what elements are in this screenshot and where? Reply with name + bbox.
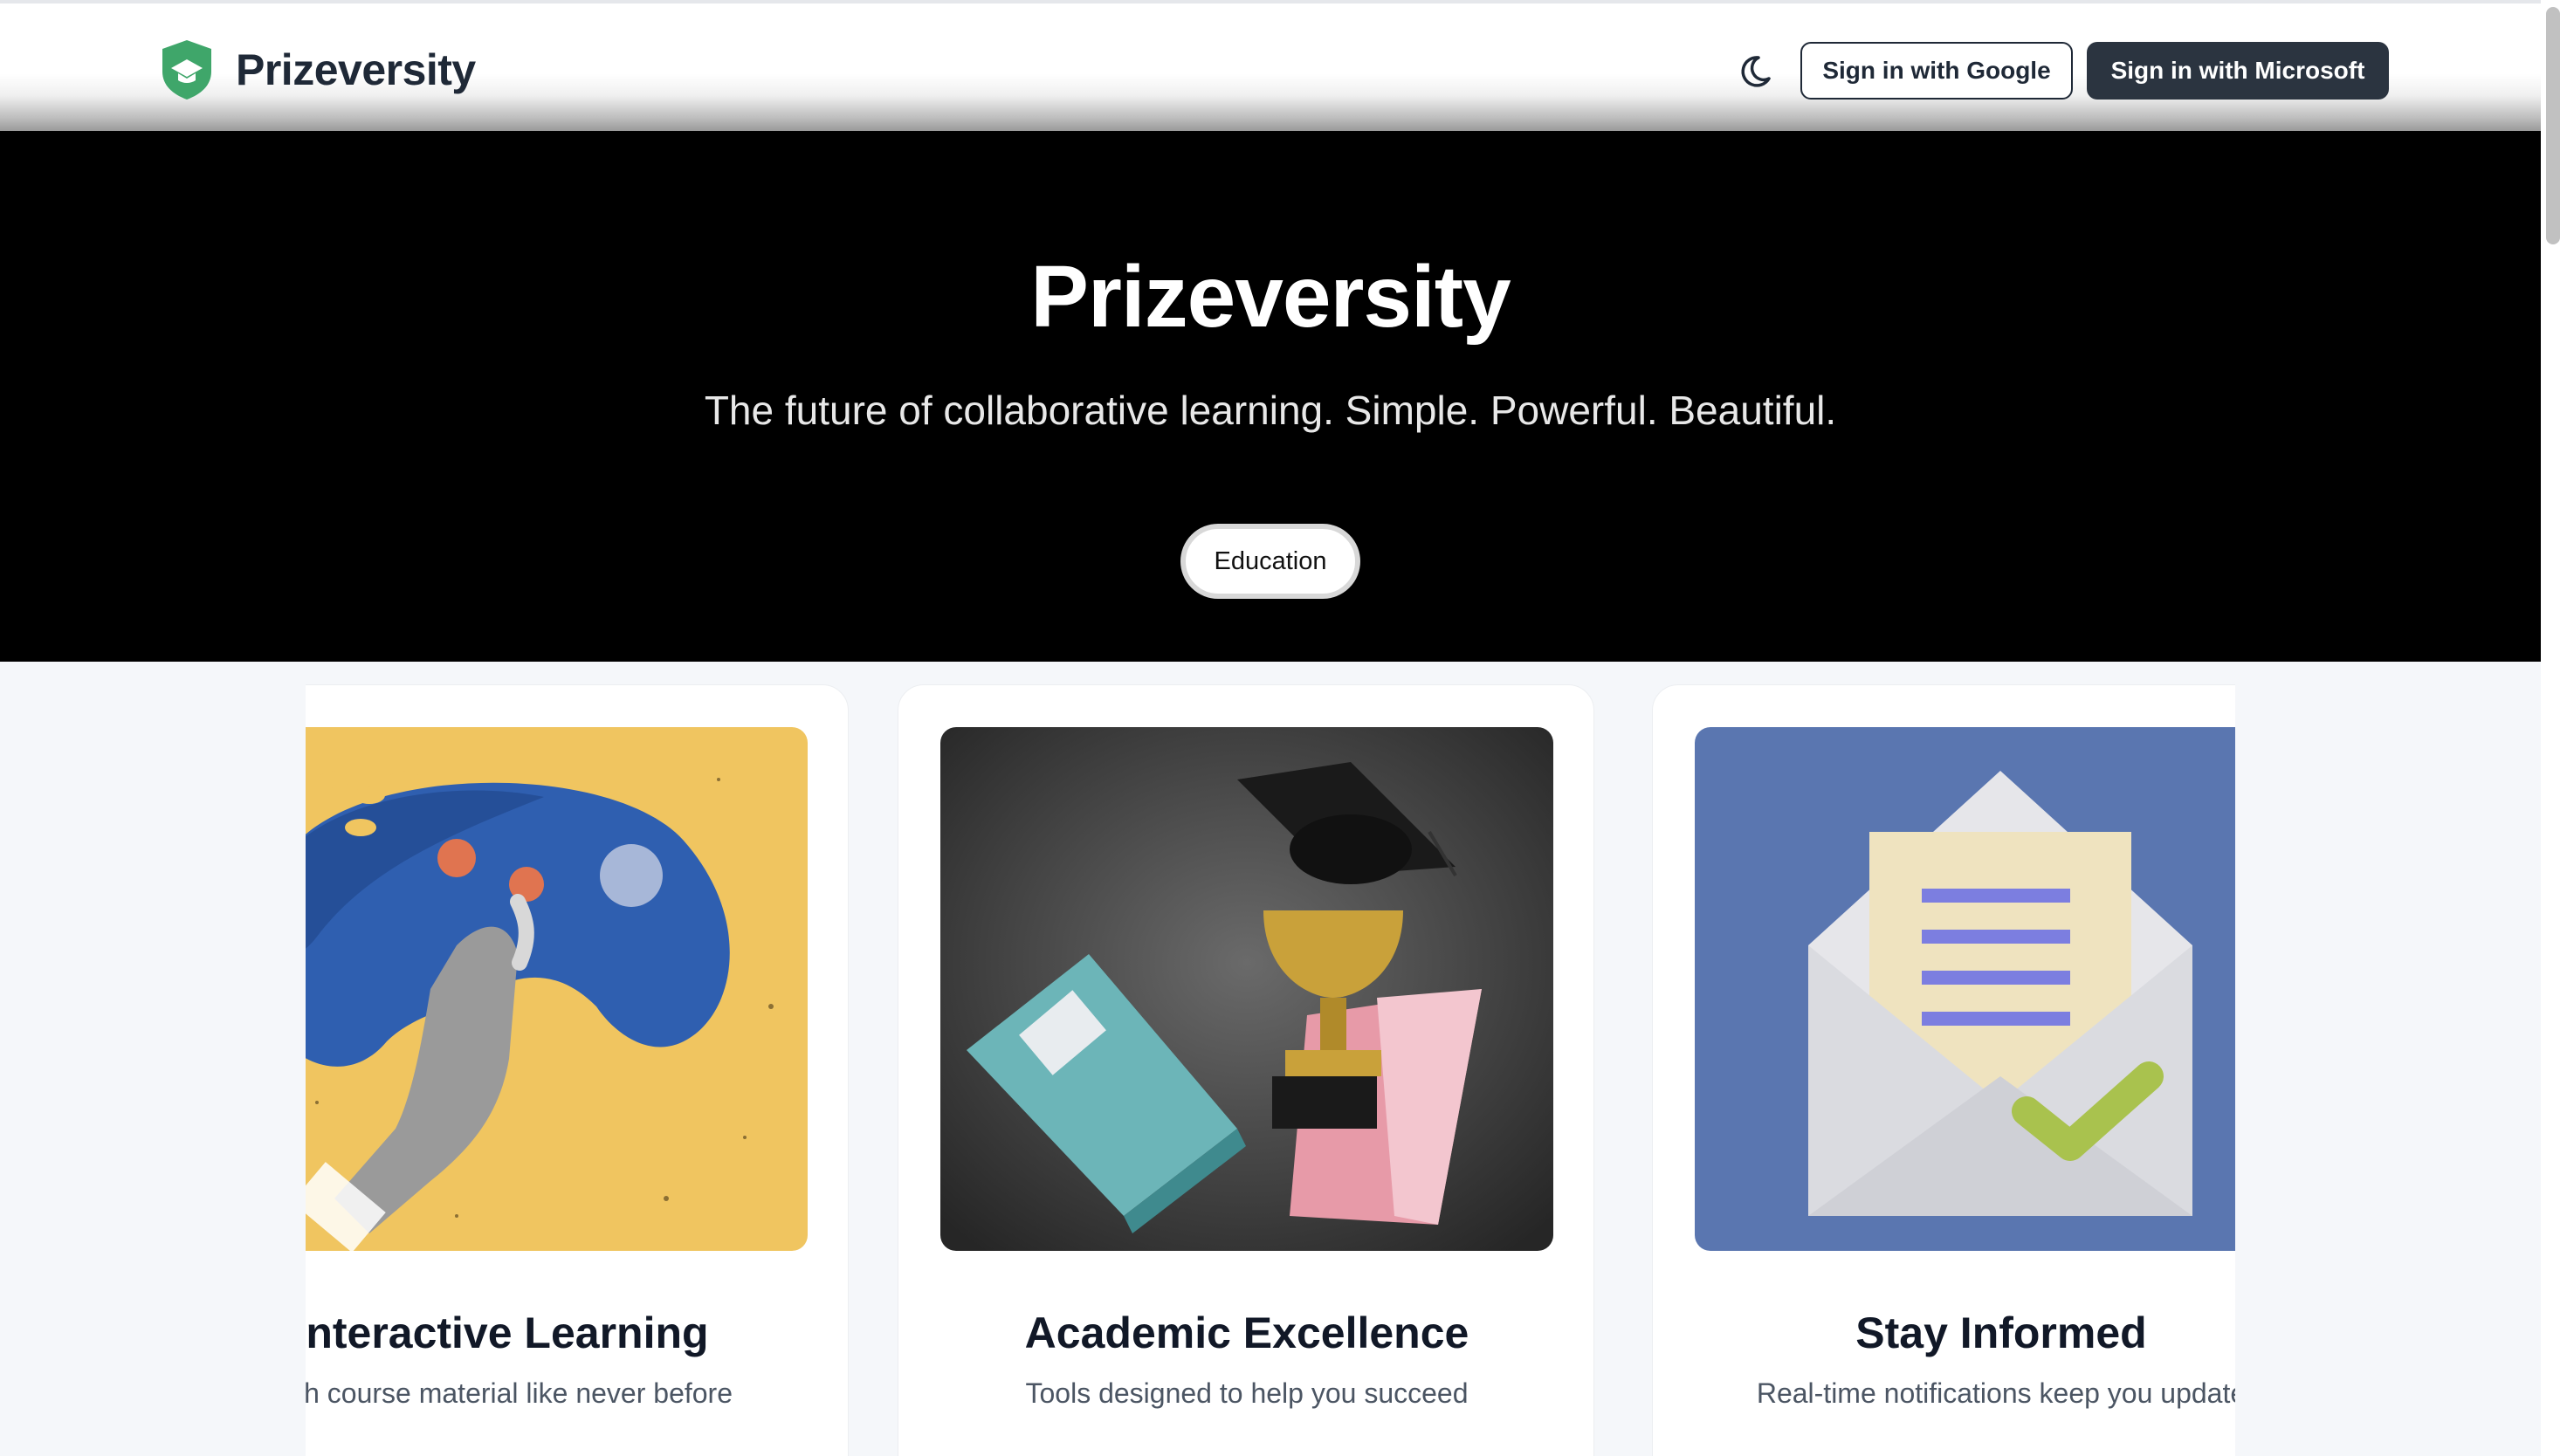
hero-subtitle: The future of collaborative learning. Si… xyxy=(704,388,1837,433)
card-description: Real-time notifications keep you update xyxy=(1756,1377,2235,1409)
card-title: Academic Excellence xyxy=(1024,1308,1469,1357)
feature-carousel: Interactive Learning with course materia… xyxy=(306,662,2235,1456)
card-description: Tools designed to help you succeed xyxy=(1025,1377,1469,1409)
feature-card-academic-excellence[interactable]: Academic Excellence Tools designed to he… xyxy=(898,684,1594,1456)
game-controller-illustration xyxy=(306,727,808,1251)
card-description: with course material like never before xyxy=(306,1377,733,1409)
education-pill-button[interactable]: Education xyxy=(1180,524,1360,599)
card-title: Stay Informed xyxy=(1855,1308,2147,1357)
moon-icon[interactable] xyxy=(1732,49,1778,94)
envelope-checkmark-illustration xyxy=(1695,727,2235,1251)
feature-card-stay-informed[interactable]: Stay Informed Real-time notifications ke… xyxy=(1652,684,2235,1456)
trophy-books-illustration xyxy=(940,727,1553,1251)
card-title: Interactive Learning xyxy=(306,1308,709,1357)
brand-name[interactable]: Prizeversity xyxy=(236,42,476,98)
hero-title: Prizeversity xyxy=(1030,248,1511,346)
hero-section: Prizeversity The future of collaborative… xyxy=(0,131,2541,662)
scrollbar-thumb[interactable] xyxy=(2546,7,2560,244)
sign-in-google-button[interactable]: Sign in with Google xyxy=(1800,42,2073,100)
shield-logo-icon xyxy=(162,40,211,100)
site-header: Prizeversity Sign in with Google Sign in… xyxy=(0,3,2541,131)
sign-in-microsoft-button[interactable]: Sign in with Microsoft xyxy=(2087,42,2389,100)
feature-card-interactive-learning[interactable]: Interactive Learning with course materia… xyxy=(306,684,849,1456)
